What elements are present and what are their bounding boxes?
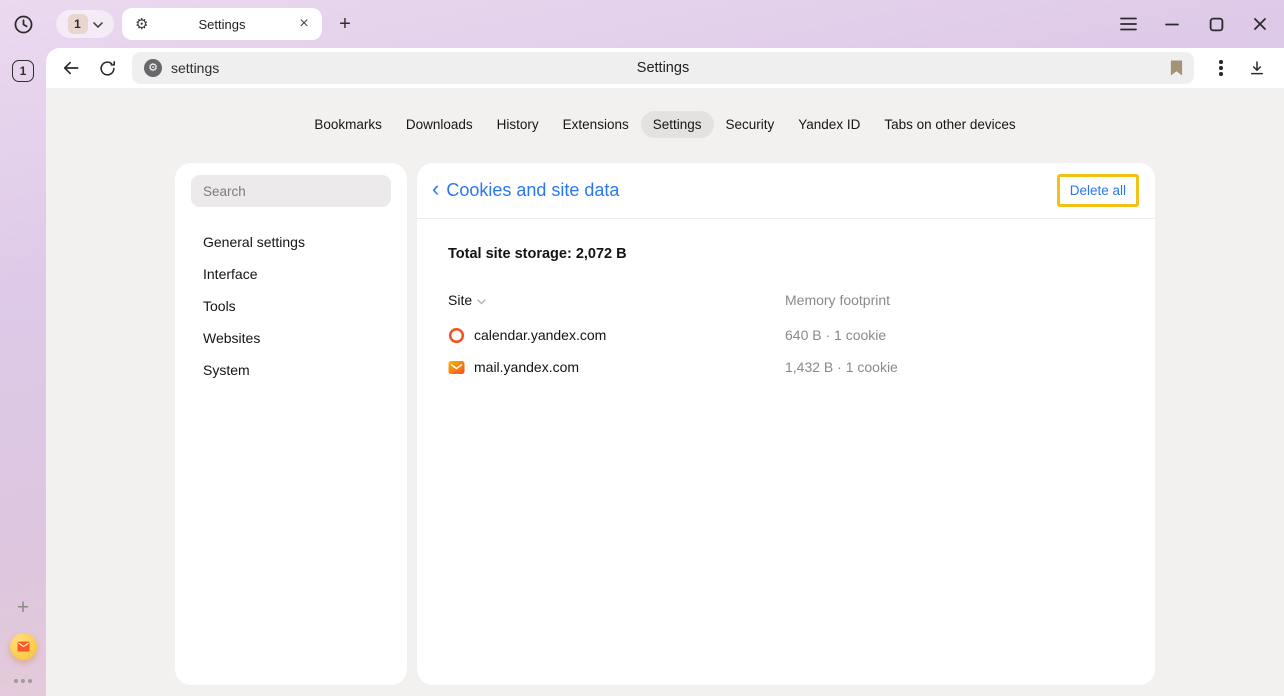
rail-add-icon[interactable]: + [17, 597, 29, 618]
site-name: calendar.yandex.com [474, 327, 606, 343]
mail-favicon-icon [448, 359, 465, 376]
sidebar-item-interface[interactable]: Interface [191, 258, 391, 290]
minimize-icon[interactable] [1162, 14, 1182, 34]
maximize-icon[interactable] [1206, 14, 1226, 34]
settings-sidebar-card: General settings Interface Tools Website… [175, 163, 407, 685]
page-title-center: Settings [132, 60, 1194, 76]
tab-count-badge: 1 [68, 14, 88, 34]
reload-icon[interactable] [90, 52, 124, 84]
memory-column-header: Memory footprint [785, 292, 1119, 308]
cookies-panel: ‹ Cookies and site data Delete all Total… [417, 163, 1155, 685]
site-memory: 1,432 B · 1 cookie [785, 359, 1119, 375]
total-storage-label: Total site storage: 2,072 B [448, 246, 1119, 262]
cards-row: General settings Interface Tools Website… [46, 163, 1284, 685]
cookies-header: ‹ Cookies and site data Delete all [417, 163, 1155, 219]
delete-all-button[interactable]: Delete all [1057, 174, 1139, 207]
back-chevron-icon: ‹ [432, 178, 439, 200]
nav-tab-extensions[interactable]: Extensions [551, 111, 641, 138]
cookies-body: Total site storage: 2,072 B Site Memory … [417, 219, 1155, 383]
yandex-mail-icon[interactable] [10, 633, 37, 660]
back-to-settings-link[interactable]: ‹ Cookies and site data [432, 180, 619, 201]
new-tab-button[interactable]: + [332, 11, 358, 37]
nav-tab-yandex-id[interactable]: Yandex ID [786, 111, 872, 138]
sidebar-item-general-settings[interactable]: General settings [191, 226, 391, 258]
tab-close-icon[interactable]: × [294, 14, 314, 34]
tab-title: Settings [199, 17, 246, 32]
nav-tab-history[interactable]: History [485, 111, 551, 138]
settings-top-nav: Bookmarks Downloads History Extensions S… [46, 88, 1284, 138]
side-rail: 1 + [0, 48, 46, 696]
nav-tab-security[interactable]: Security [714, 111, 787, 138]
address-bar[interactable]: ⚙ settings Settings [132, 52, 1194, 84]
close-window-icon[interactable] [1250, 14, 1270, 34]
site-memory: 640 B · 1 cookie [785, 327, 1119, 343]
sidebar-item-system[interactable]: System [191, 354, 391, 386]
chevron-down-icon [93, 15, 103, 33]
settings-menu: General settings Interface Tools Website… [191, 226, 391, 386]
bookmark-flag-icon[interactable] [1169, 59, 1184, 82]
rail-bottom-group: + [0, 597, 46, 687]
search-input[interactable] [191, 175, 391, 207]
page-title: Cookies and site data [446, 180, 619, 201]
browser-body: ⚙ settings Settings Bookmarks Downloads [46, 48, 1284, 696]
window-controls [1118, 14, 1270, 34]
url-text: settings [171, 60, 219, 76]
table-row[interactable]: calendar.yandex.com 640 B · 1 cookie [448, 319, 1119, 351]
browser-window: 1 ⚙ Settings × + [0, 0, 1284, 696]
history-clock-icon[interactable] [10, 11, 36, 37]
page-favicon: ⚙ [144, 59, 162, 77]
site-name: mail.yandex.com [474, 359, 579, 375]
menu-hamburger-icon[interactable] [1118, 14, 1138, 34]
tab-settings[interactable]: ⚙ Settings × [122, 8, 322, 40]
toolbar: ⚙ settings Settings [46, 48, 1284, 88]
nav-tab-downloads[interactable]: Downloads [394, 111, 485, 138]
tab-counter[interactable]: 1 [56, 10, 114, 38]
table-header-row: Site Memory footprint [448, 289, 1119, 311]
sidebar-item-websites[interactable]: Websites [191, 322, 391, 354]
table-row[interactable]: mail.yandex.com 1,432 B · 1 cookie [448, 351, 1119, 383]
nav-tab-settings[interactable]: Settings [641, 111, 714, 138]
sidebar-item-tools[interactable]: Tools [191, 290, 391, 322]
nav-tab-other-devices[interactable]: Tabs on other devices [872, 111, 1027, 138]
sort-chevron-icon [477, 292, 486, 308]
rail-tab-count-button[interactable]: 1 [12, 60, 34, 82]
main-row: 1 + ⚙ settings [0, 48, 1284, 696]
rail-more-icon[interactable] [14, 675, 32, 687]
calendar-favicon-icon [448, 327, 465, 344]
titlebar: 1 ⚙ Settings × + [0, 0, 1284, 48]
site-header-label: Site [448, 292, 472, 308]
site-column-header[interactable]: Site [448, 292, 785, 308]
back-icon[interactable] [54, 52, 88, 84]
gear-icon: ⚙ [135, 17, 148, 32]
download-icon[interactable] [1240, 52, 1274, 84]
nav-tab-bookmarks[interactable]: Bookmarks [302, 111, 394, 138]
kebab-menu-icon[interactable] [1204, 52, 1238, 84]
settings-page: Bookmarks Downloads History Extensions S… [46, 88, 1284, 696]
